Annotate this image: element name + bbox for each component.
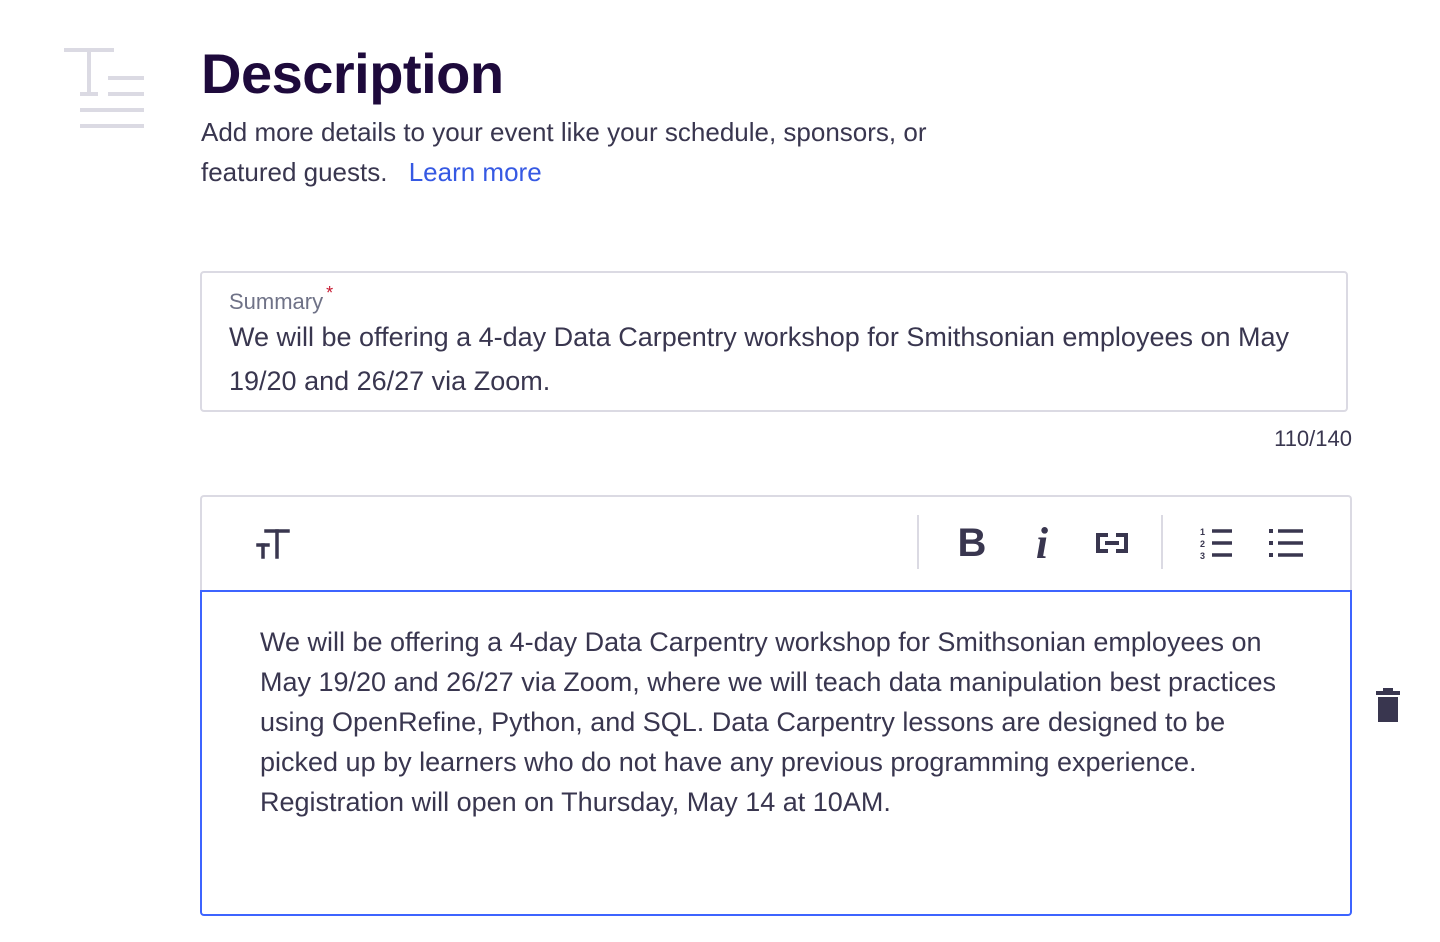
- link-button[interactable]: [1090, 521, 1134, 565]
- section-header: Description Add more details to your eve…: [201, 36, 1001, 192]
- editor-content-area[interactable]: We will be offering a 4-day Data Carpent…: [200, 590, 1352, 916]
- subtitle-text: Add more details to your event like your…: [201, 117, 927, 187]
- text-paragraph-icon: [64, 48, 144, 128]
- description-section: Description Add more details to your eve…: [0, 0, 1440, 942]
- toolbar-divider: [917, 515, 919, 569]
- trash-icon[interactable]: [1374, 688, 1402, 722]
- italic-button[interactable]: i: [1020, 519, 1064, 568]
- svg-text:2: 2: [1200, 539, 1205, 549]
- required-marker: *: [326, 283, 334, 303]
- summary-label: Summary *: [229, 283, 333, 315]
- bold-button[interactable]: B: [950, 521, 994, 565]
- page-title: Description: [201, 42, 504, 105]
- summary-label-text: Summary: [229, 289, 324, 314]
- bold-icon: B: [957, 520, 987, 565]
- numbered-list-button[interactable]: 1 2 3: [1194, 521, 1238, 565]
- text-size-button[interactable]: [250, 521, 294, 565]
- learn-more-link[interactable]: Learn more: [409, 157, 542, 187]
- summary-field[interactable]: Summary * We will be offering a 4-day Dat…: [200, 271, 1348, 412]
- toolbar-divider: [1161, 515, 1163, 569]
- numbered-list-icon: 1 2 3: [1200, 527, 1232, 560]
- italic-icon: i: [1035, 518, 1049, 568]
- section-subtitle: Add more details to your event like your…: [201, 112, 981, 192]
- summary-char-count: 110/140: [1274, 426, 1352, 451]
- editor-text[interactable]: We will be offering a 4-day Data Carpent…: [260, 622, 1300, 822]
- bulleted-list-icon: [1269, 529, 1303, 557]
- svg-text:1: 1: [1200, 527, 1205, 537]
- summary-input[interactable]: We will be offering a 4-day Data Carpent…: [229, 315, 1319, 403]
- description-editor: B i 1 2 3 We will be offering a 4-day Da…: [200, 495, 1352, 916]
- text-size-icon: [256, 529, 290, 559]
- svg-text:3: 3: [1200, 551, 1205, 560]
- editor-toolbar: B i 1 2 3: [200, 495, 1352, 590]
- link-icon: [1096, 533, 1128, 553]
- bulleted-list-button[interactable]: [1264, 521, 1308, 565]
